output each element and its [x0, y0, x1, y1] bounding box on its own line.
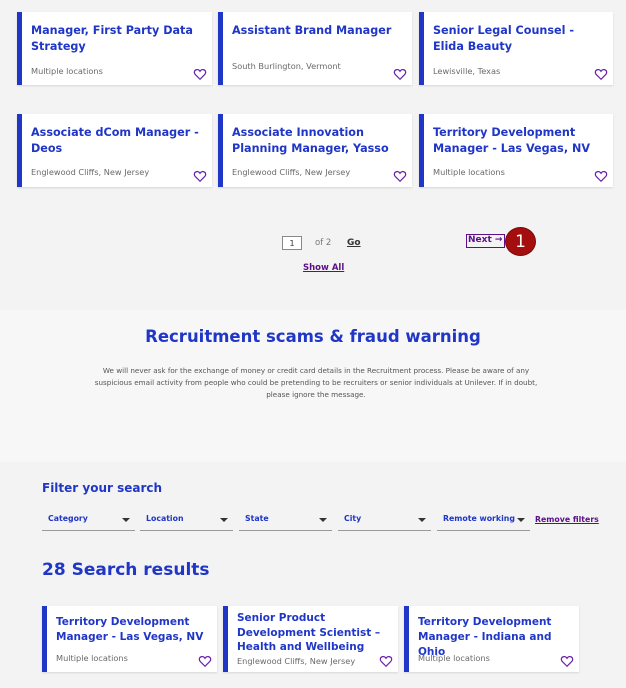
job-location: Multiple locations — [433, 167, 505, 177]
heart-icon[interactable] — [393, 67, 407, 81]
job-title[interactable]: Associate Innovation Planning Manager, Y… — [232, 125, 402, 157]
next-label: Next — [468, 235, 492, 245]
results-count-heading: 28 Search results — [42, 560, 210, 580]
job-location: Lewisville, Texas — [433, 66, 501, 76]
remote-working-dropdown-label: Remote working — [443, 514, 515, 523]
job-location: Englewood Cliffs, New Jersey — [237, 656, 356, 666]
job-card[interactable]: Senior Legal Counsel - Elida Beauty Lewi… — [419, 12, 613, 85]
heart-icon[interactable] — [193, 67, 207, 81]
arrow-right-icon: → — [494, 235, 503, 245]
fraud-warning-title: Recruitment scams & fraud warning — [145, 327, 481, 346]
job-title[interactable]: Manager, First Party Data Strategy — [31, 23, 202, 55]
job-card[interactable]: Associate Innovation Planning Manager, Y… — [218, 114, 412, 187]
heart-icon[interactable] — [594, 67, 608, 81]
heart-icon[interactable] — [560, 654, 574, 668]
remote-working-dropdown[interactable]: Remote working — [437, 511, 530, 531]
job-title[interactable]: Senior Product Development Scientist – H… — [237, 611, 388, 655]
step-marker-badge: 1 — [505, 227, 536, 256]
page-number-input[interactable] — [282, 236, 302, 250]
show-all-link[interactable]: Show All — [303, 263, 344, 273]
heart-icon[interactable] — [379, 654, 393, 668]
heart-icon[interactable] — [594, 169, 608, 183]
heart-icon[interactable] — [393, 169, 407, 183]
city-dropdown-label: City — [344, 514, 362, 523]
caret-down-icon — [220, 518, 228, 522]
caret-down-icon — [319, 518, 327, 522]
job-title[interactable]: Territory Development Manager - Las Vega… — [433, 125, 603, 157]
job-title[interactable]: Territory Development Manager - Las Vega… — [56, 615, 207, 645]
job-title[interactable]: Associate dCom Manager - Deos — [31, 125, 202, 157]
category-dropdown[interactable]: Category — [42, 511, 135, 531]
job-location: Englewood Cliffs, New Jersey — [232, 167, 351, 177]
job-card[interactable]: Senior Product Development Scientist – H… — [223, 606, 398, 672]
job-card[interactable]: Territory Development Manager - Las Vega… — [419, 114, 613, 187]
go-button[interactable]: Go — [347, 238, 361, 248]
job-location: Multiple locations — [31, 66, 103, 76]
city-dropdown[interactable]: City — [338, 511, 431, 531]
job-results-section: Manager, First Party Data Strategy Multi… — [0, 0, 626, 292]
filter-heading: Filter your search — [42, 481, 163, 495]
job-location: Multiple locations — [56, 653, 128, 663]
job-card[interactable]: Manager, First Party Data Strategy Multi… — [17, 12, 212, 85]
caret-down-icon — [122, 518, 130, 522]
location-dropdown-label: Location — [146, 514, 184, 523]
job-title[interactable]: Senior Legal Counsel - Elida Beauty — [433, 23, 603, 55]
next-page-button[interactable]: Next → — [466, 234, 505, 248]
job-location: South Burlington, Vermont — [232, 61, 341, 71]
heart-icon[interactable] — [198, 654, 212, 668]
location-dropdown[interactable]: Location — [140, 511, 233, 531]
job-location: Englewood Cliffs, New Jersey — [31, 167, 150, 177]
job-title[interactable]: Assistant Brand Manager — [232, 23, 402, 39]
job-card[interactable]: Territory Development Manager - Indiana … — [404, 606, 579, 672]
state-dropdown-label: State — [245, 514, 269, 523]
remove-filters-link[interactable]: Remove filters — [535, 515, 599, 524]
job-card[interactable]: Territory Development Manager - Las Vega… — [42, 606, 217, 672]
fraud-warning-section: Recruitment scams & fraud warning We wil… — [0, 310, 626, 462]
category-dropdown-label: Category — [48, 514, 88, 523]
page-total-text: of 2 — [315, 238, 332, 248]
caret-down-icon — [418, 518, 426, 522]
job-card[interactable]: Assistant Brand Manager South Burlington… — [218, 12, 412, 85]
caret-down-icon — [517, 518, 525, 522]
job-location: Multiple locations — [418, 653, 490, 663]
job-card[interactable]: Associate dCom Manager - Deos Englewood … — [17, 114, 212, 187]
state-dropdown[interactable]: State — [239, 511, 332, 531]
heart-icon[interactable] — [193, 169, 207, 183]
fraud-warning-text: We will never ask for the exchange of mo… — [94, 366, 538, 399]
